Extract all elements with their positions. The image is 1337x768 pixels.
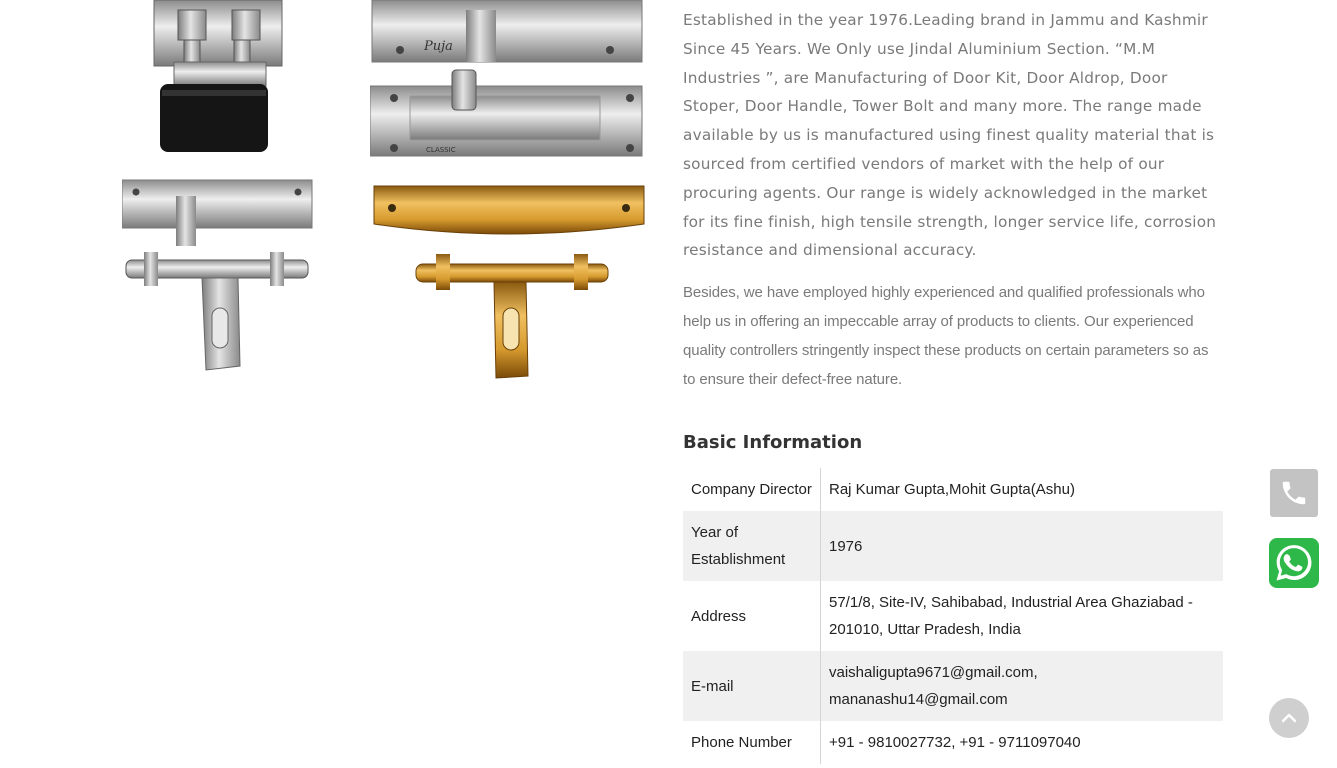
info-value: +91 - 9810027732, +91 - 9711097040 [829, 734, 1081, 751]
whatsapp-icon [1276, 545, 1312, 581]
info-label: Year of Establishment [683, 511, 821, 581]
table-row: Phone Number +91 - 9810027732, +91 - 971… [683, 721, 1223, 764]
product-logo-subtext: CLASSIC [426, 146, 456, 154]
about-section: Established in the year 1976.Leading bra… [683, 6, 1223, 394]
basic-information-table: Company Director Raj Kumar Gupta,Mohit G… [683, 468, 1223, 764]
about-paragraph-1: Established in the year 1976.Leading bra… [683, 11, 1217, 260]
table-row: Year of Establishment 1976 [683, 511, 1223, 581]
info-label: Company Director [683, 468, 821, 511]
product-logo-text: Puja [423, 39, 453, 54]
info-value: 1976 [829, 537, 863, 555]
tower-bolt-image: Puja CLASSIC [370, 0, 643, 157]
info-value[interactable]: vaishaligupta9671@gmail.com, mananashu14… [821, 651, 1224, 721]
call-button[interactable] [1270, 469, 1318, 517]
gold-door-kit-image [373, 185, 645, 379]
whatsapp-button[interactable] [1269, 538, 1319, 588]
product-gallery: Puja CLASSIC [118, 0, 648, 390]
info-value: Raj Kumar Gupta,Mohit Gupta(Ashu) [829, 481, 1075, 498]
basic-information-heading: Basic Information [683, 432, 863, 453]
info-value: 57/1/8, Site-IV, Sahibabad, Industrial A… [829, 594, 1193, 638]
table-row: Company Director Raj Kumar Gupta,Mohit G… [683, 468, 1223, 511]
table-row: Address 57/1/8, Site-IV, Sahibabad, Indu… [683, 581, 1223, 651]
door-stopper-image [153, 0, 283, 152]
info-label: Address [683, 581, 821, 651]
steel-door-kit-image [122, 179, 313, 371]
table-row: E-mail vaishaligupta9671@gmail.com, mana… [683, 651, 1223, 721]
about-paragraph-2: Besides, we have employed highly experie… [683, 284, 1209, 388]
info-label: Phone Number [683, 721, 821, 764]
email-link[interactable]: vaishaligupta9671@gmail.com, mananashu14… [829, 664, 1038, 708]
phone-icon [1282, 481, 1306, 505]
scroll-to-top-button[interactable] [1269, 698, 1309, 738]
chevron-up-icon [1282, 713, 1296, 723]
info-label: E-mail [683, 651, 821, 721]
